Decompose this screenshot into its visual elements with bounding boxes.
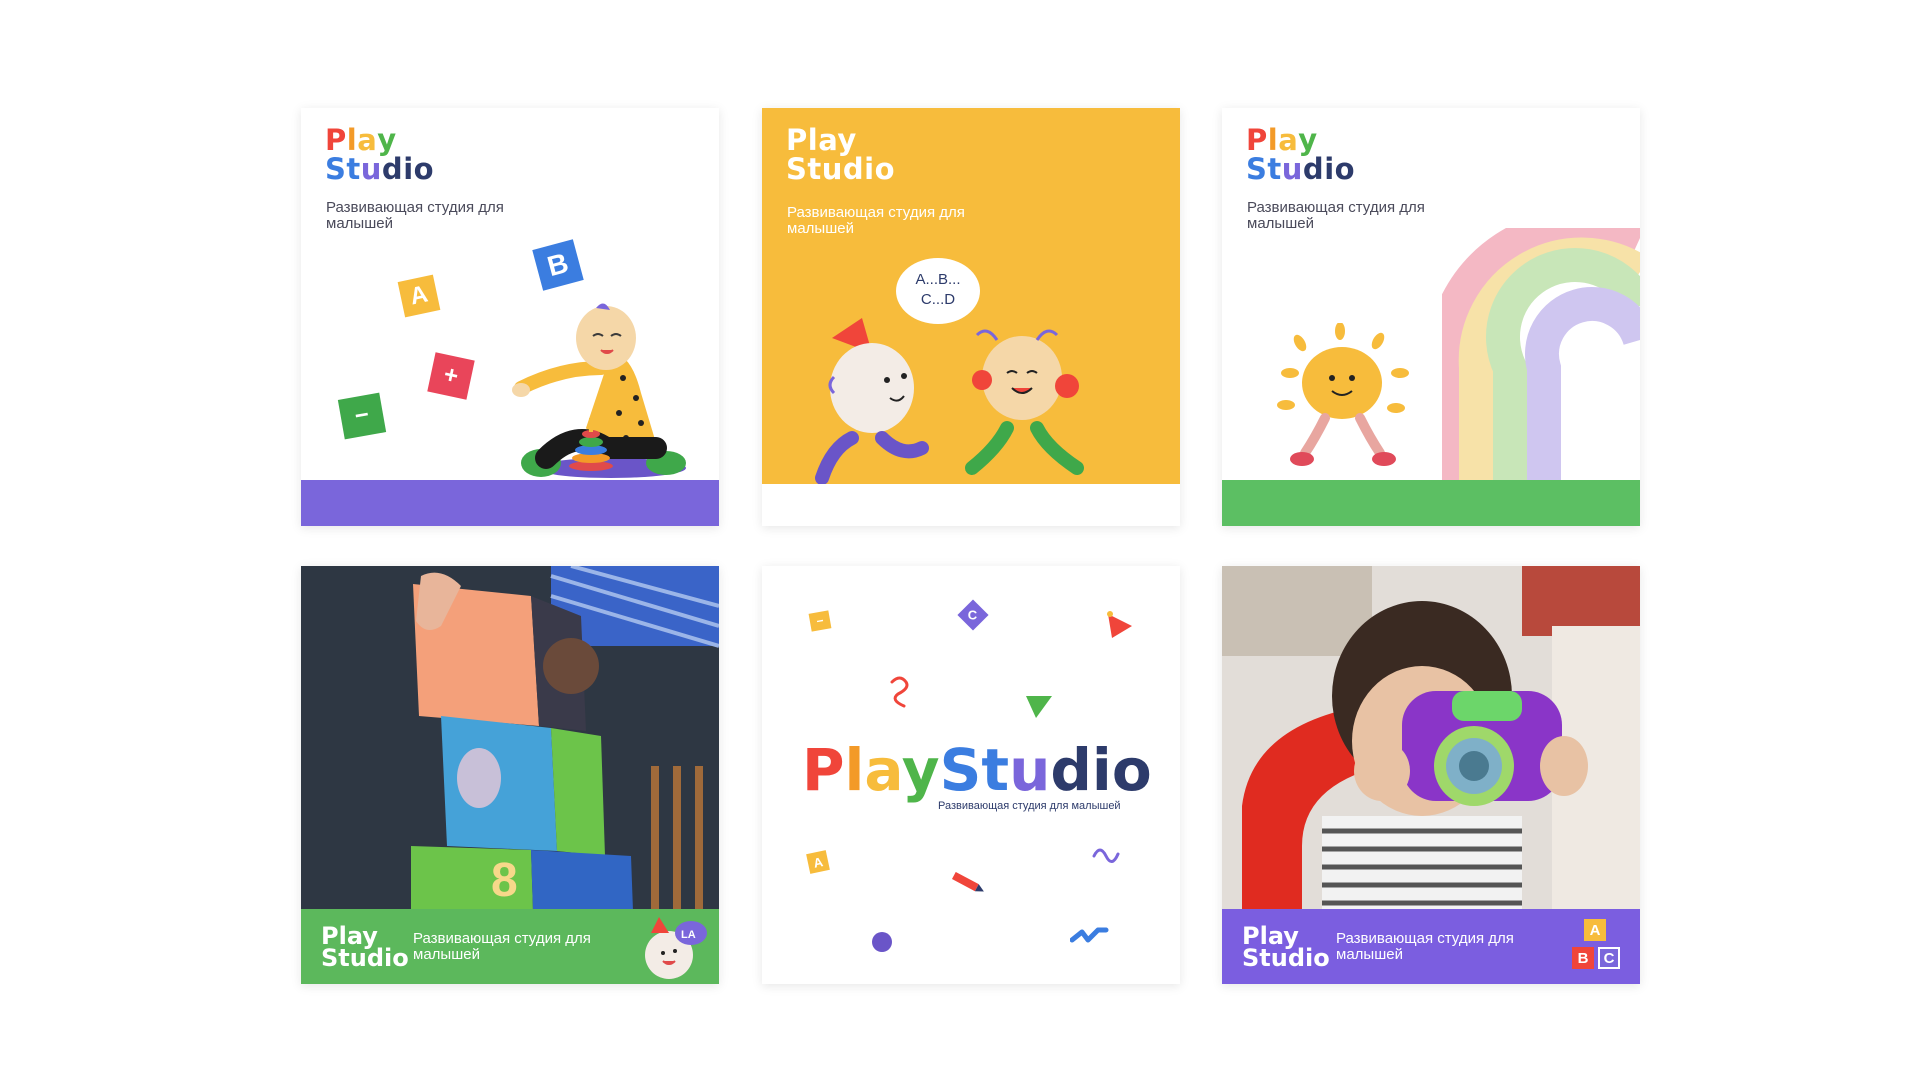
toy-blocks-photo: 8 (301, 566, 719, 911)
girl-camera-photo (1222, 566, 1640, 911)
card-photo-blocks: 8 Play Studio Развивающая студия для малыш… (301, 566, 719, 984)
speech-bubble: A...B... C...D (896, 258, 980, 324)
floor (1222, 480, 1640, 526)
baby-illustration (512, 303, 686, 478)
character-badge-icon: LA (645, 917, 707, 979)
playstudio-logo: Play Studio (1242, 922, 1330, 972)
letter-a-block: A (806, 850, 830, 874)
letter-block-a: A (397, 274, 441, 318)
card-logo-confetti: − C PlayStudio Развивающая студия для ма… (762, 566, 1180, 984)
tagline: Развивающая студия для малышей (787, 204, 965, 237)
floor (301, 480, 719, 526)
purple-footer: Play Studio Развивающая студия для малышей… (1222, 909, 1640, 984)
triangle-icon (1026, 696, 1052, 718)
card-photo-camera: Play Studio Развивающая студия для малышей… (1222, 566, 1640, 984)
letter-block-b: B (532, 239, 584, 291)
playstudio-logo-large: PlayStudio (802, 736, 1152, 804)
squiggle-icon (890, 676, 909, 708)
tagline: Развивающая студия для малышей (938, 800, 1121, 812)
card-sun-rainbow: Play Studio Развивающая студия для малыше… (1222, 108, 1640, 526)
curl-icon (1092, 848, 1120, 863)
playstudio-logo: Play Studio (321, 922, 409, 972)
minus-block: − (337, 392, 387, 440)
tagline: Развивающая студия для малышей (1336, 930, 1514, 963)
green-footer: Play Studio Развивающая студия для малышей… (301, 909, 719, 984)
letter-c-diamond: C (957, 599, 989, 631)
playstudio-logo: Play Studio (325, 123, 435, 186)
letter-b-block: B (1572, 947, 1594, 969)
tagline: Развивающая студия для малышей (326, 199, 504, 232)
svg-text:LA: LA (681, 929, 696, 941)
party-hat-icon (1107, 611, 1132, 638)
plus-block: + (427, 352, 475, 400)
sun-character-icon (1277, 323, 1409, 466)
minus-block-small: − (808, 610, 832, 632)
svg-text:8: 8 (491, 854, 518, 907)
letter-a-block: A (1584, 919, 1606, 941)
playstudio-logo: Play Studio (1246, 123, 1356, 186)
zigzag-icon (1070, 927, 1109, 943)
crayon-icon (951, 872, 984, 892)
rainbow-icon (1442, 228, 1640, 488)
card-characters: Play Studio Развивающая студия для малышей… (762, 108, 1180, 526)
tagline: Развивающая студия для малышей (413, 930, 591, 963)
card-toddler-toys: Play Studio Развивающая студия для малыше… (301, 108, 719, 526)
letter-c-block: C (1598, 947, 1620, 969)
playstudio-logo: Play Studio (786, 123, 896, 186)
floor (762, 484, 1180, 526)
ball-icon (872, 932, 892, 952)
characters-illustration (815, 318, 1084, 485)
